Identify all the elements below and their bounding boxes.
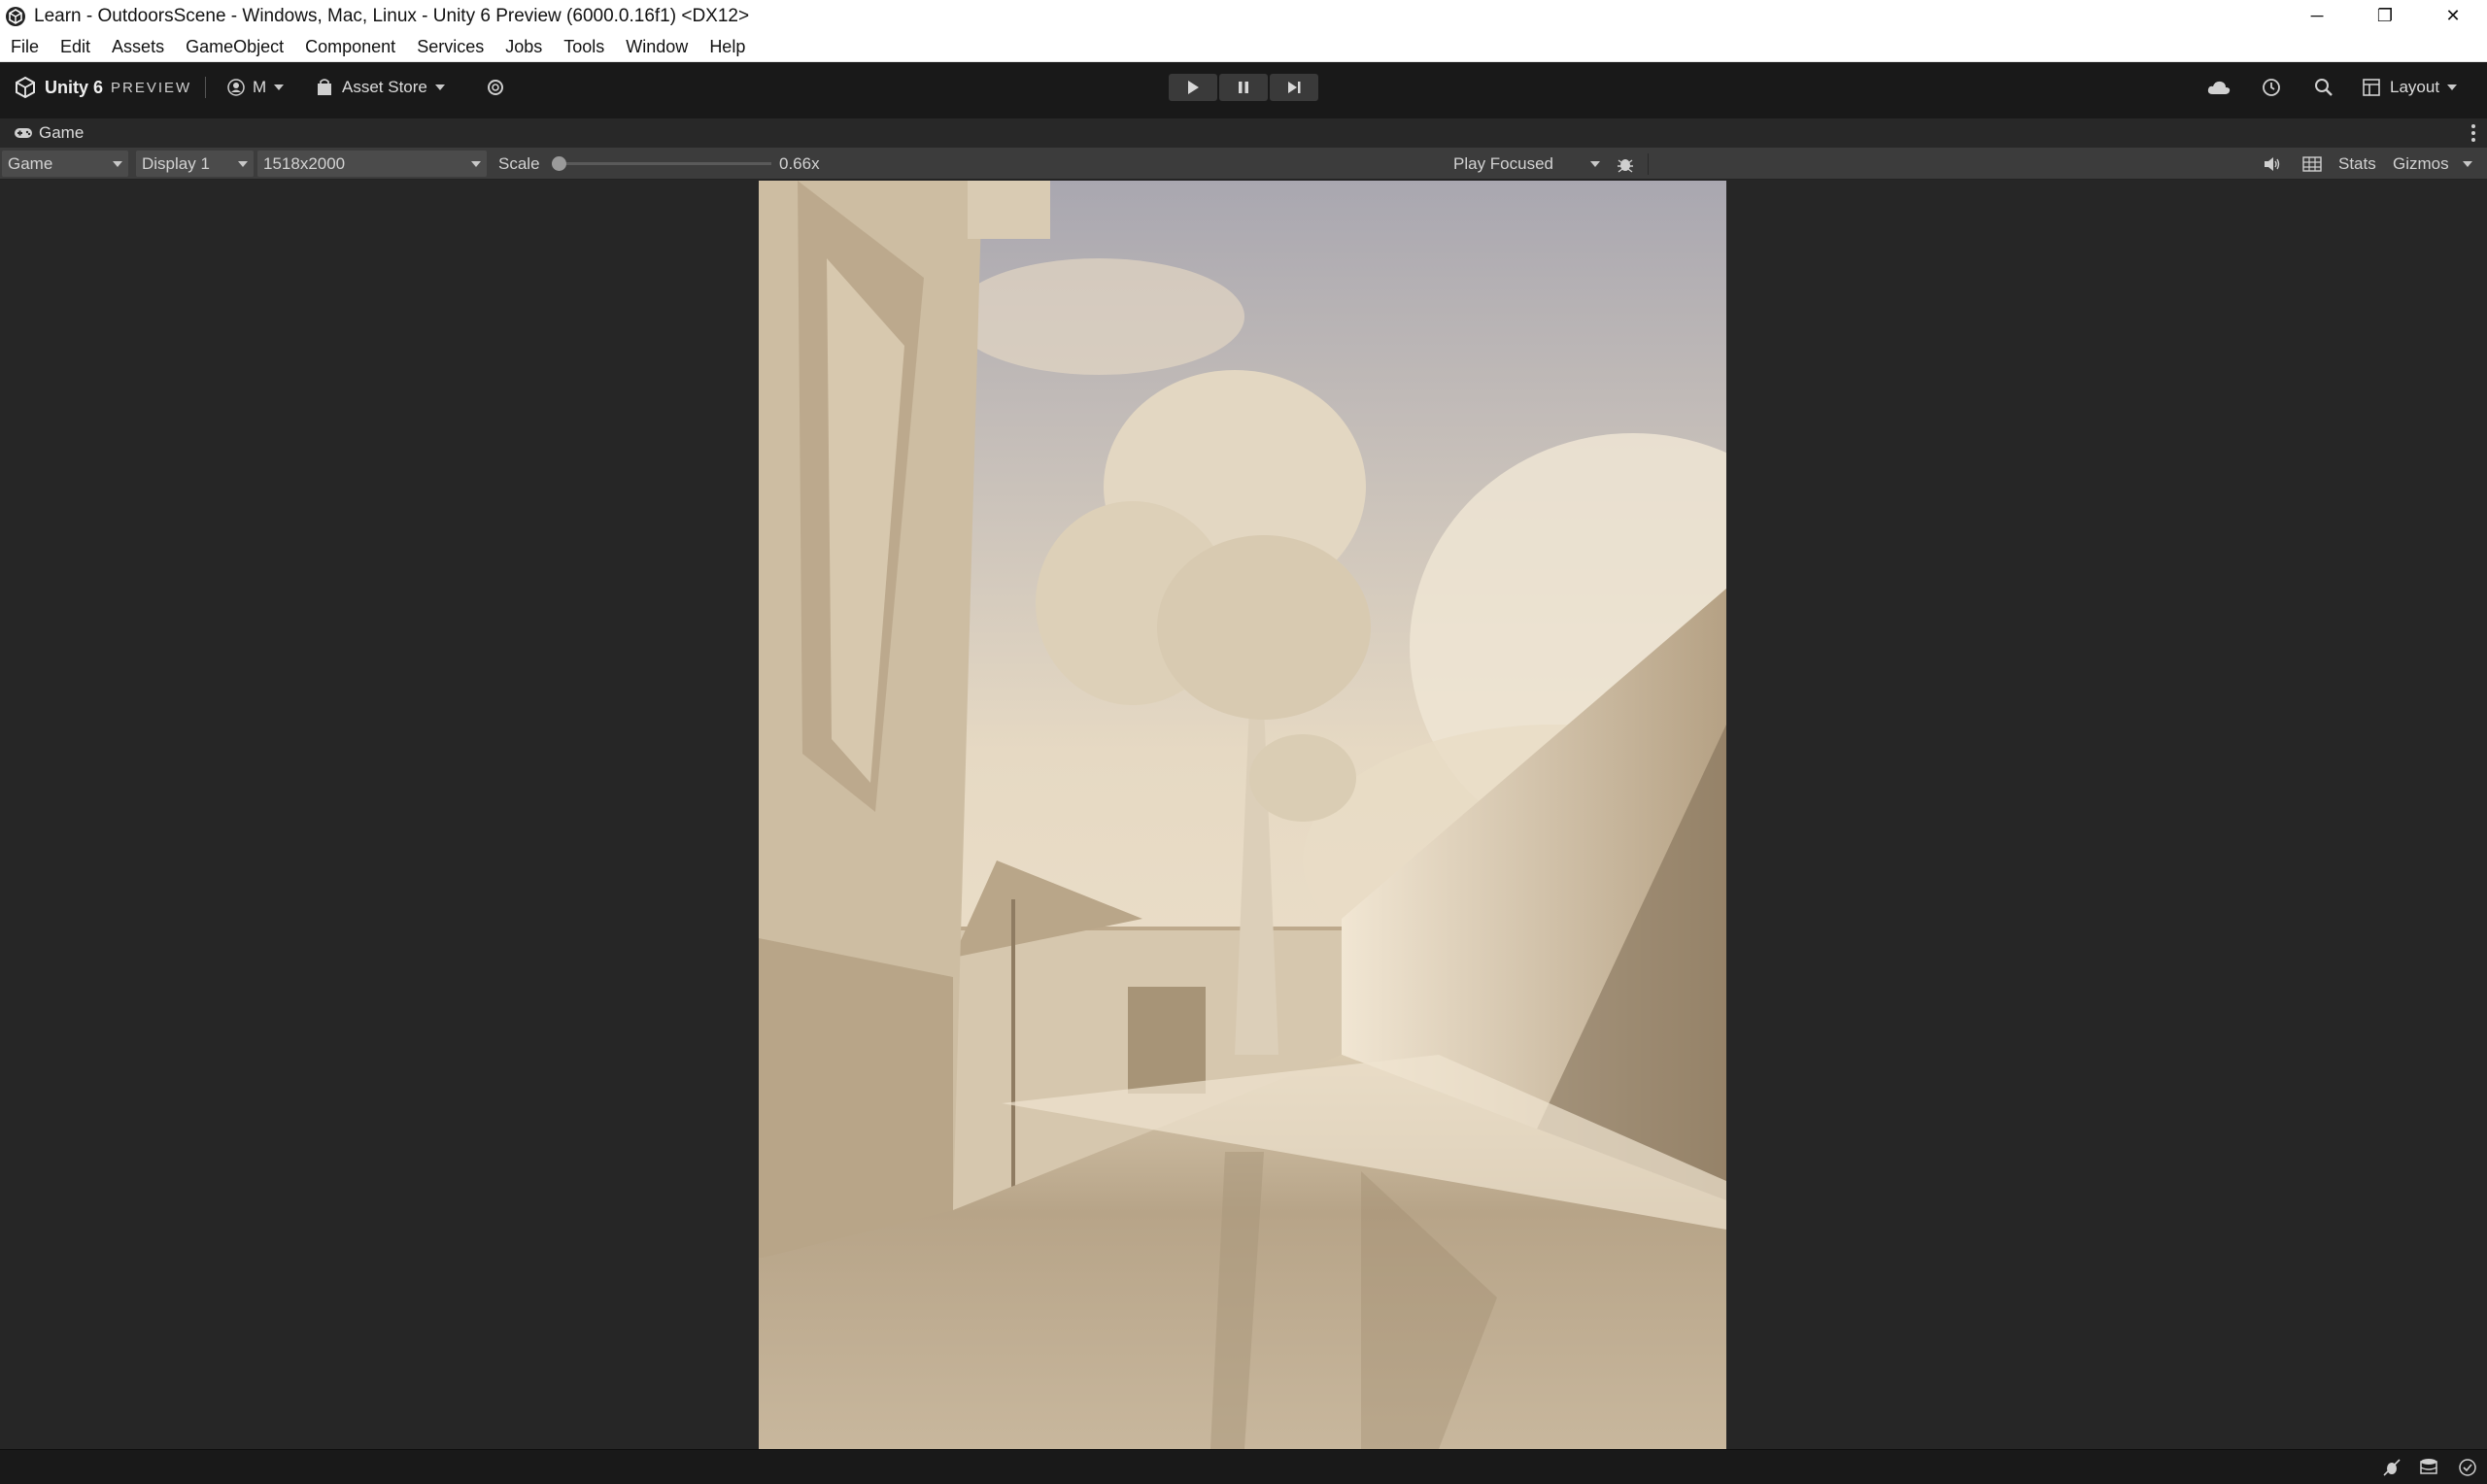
status-bar xyxy=(0,1449,2487,1484)
view-mode-dropdown[interactable]: Game xyxy=(2,151,128,177)
chevron-down-icon xyxy=(471,160,481,167)
menu-services[interactable]: Services xyxy=(417,37,484,57)
bug-icon xyxy=(1618,158,1633,173)
close-button[interactable]: ✕ xyxy=(2419,0,2487,32)
search-button[interactable] xyxy=(2314,62,2334,113)
chevron-down-icon xyxy=(113,160,122,167)
menu-help[interactable]: Help xyxy=(709,37,745,57)
checkmark-circle-icon xyxy=(2459,1459,2476,1476)
history-icon xyxy=(2263,79,2280,96)
scale-label: Scale xyxy=(498,153,540,173)
menu-window[interactable]: Window xyxy=(626,37,688,57)
stats-button[interactable]: Stats xyxy=(2338,151,2376,177)
display-label: Display 1 xyxy=(142,153,210,173)
debug-mode-button[interactable] xyxy=(2382,1458,2402,1482)
tab-game-label: Game xyxy=(39,123,85,142)
history-button[interactable] xyxy=(2261,62,2282,113)
menu-component[interactable]: Component xyxy=(305,37,395,57)
chevron-down-icon xyxy=(238,160,248,167)
menu-assets[interactable]: Assets xyxy=(112,37,164,57)
minimize-button[interactable]: ─ xyxy=(2283,0,2351,32)
chevron-down-icon xyxy=(274,84,285,90)
play-mode-label: Play Focused xyxy=(1453,153,1553,173)
chevron-down-icon xyxy=(2447,84,2458,90)
asset-store-label: Asset Store xyxy=(342,78,427,96)
main-toolbar: Unity 6 PREVIEW M Asset Store Layout xyxy=(0,62,2487,113)
view-mode-label: Game xyxy=(8,153,53,173)
chevron-down-icon xyxy=(1590,160,1600,167)
gamepad-icon xyxy=(15,128,32,138)
toolbar-divider xyxy=(1648,153,1649,175)
playmode-controls xyxy=(1169,74,1318,101)
gizmos-button[interactable]: Gizmos xyxy=(2393,151,2449,177)
cloud-icon xyxy=(2207,81,2231,94)
scale-slider[interactable] xyxy=(552,151,771,177)
game-render-output[interactable] xyxy=(759,181,1726,1449)
mute-audio-button[interactable] xyxy=(2261,151,2284,177)
gear-icon xyxy=(488,80,503,95)
menu-jobs[interactable]: Jobs xyxy=(505,37,542,57)
unity-brand[interactable]: Unity 6 PREVIEW xyxy=(14,62,191,113)
resolution-label: 1518x2000 xyxy=(263,153,346,173)
grid-icon xyxy=(2302,155,2322,172)
progress-status-button[interactable] xyxy=(2458,1458,2477,1482)
menu-tools[interactable]: Tools xyxy=(563,37,604,57)
layout-dropdown[interactable]: Layout xyxy=(2363,62,2458,113)
chevron-down-icon xyxy=(2463,160,2472,167)
bug-icon xyxy=(2383,1459,2401,1476)
scale-slider-thumb[interactable] xyxy=(552,156,566,171)
gizmos-dropdown[interactable] xyxy=(2463,151,2482,177)
pause-button[interactable] xyxy=(1219,74,1268,101)
title-bar: Learn - OutdoorsScene - Windows, Mac, Li… xyxy=(0,0,2487,32)
frame-debugger-button[interactable] xyxy=(1614,151,1637,177)
shopping-bag-icon xyxy=(318,79,331,95)
step-forward-icon xyxy=(1288,82,1301,93)
outdoor-scene-image xyxy=(759,181,1726,1449)
layout-label: Layout xyxy=(2390,78,2440,96)
account-label: M xyxy=(253,78,267,96)
restore-button[interactable]: ❐ xyxy=(2351,0,2419,32)
toolbar-divider xyxy=(205,62,207,113)
play-icon xyxy=(1188,81,1199,94)
menu-bar: File Edit Assets GameObject Component Se… xyxy=(0,32,2487,62)
window-title: Learn - OutdoorsScene - Windows, Mac, Li… xyxy=(34,5,750,26)
unity-logo-icon xyxy=(6,6,25,26)
display-dropdown[interactable]: Display 1 xyxy=(136,151,254,177)
preview-badge: PREVIEW xyxy=(111,79,192,96)
chevron-down-icon xyxy=(434,84,445,90)
brand-label: Unity 6 xyxy=(45,77,104,97)
cache-server-button[interactable] xyxy=(2419,1458,2440,1482)
resolution-dropdown[interactable]: 1518x2000 xyxy=(257,151,487,177)
database-icon xyxy=(2420,1459,2437,1474)
layout-icon xyxy=(2363,79,2380,96)
step-button[interactable] xyxy=(1270,74,1318,101)
play-button[interactable] xyxy=(1169,74,1217,101)
more-options-icon[interactable] xyxy=(2471,124,2475,142)
search-icon xyxy=(2315,79,2333,96)
asset-store-dropdown[interactable]: Asset Store xyxy=(317,62,445,113)
menu-edit[interactable]: Edit xyxy=(60,37,90,57)
unity-logo-icon xyxy=(16,76,35,99)
tab-game[interactable]: Game xyxy=(14,123,84,143)
pause-icon xyxy=(1239,82,1248,93)
account-dropdown[interactable]: M xyxy=(227,62,285,113)
game-view-toolbar: Game Display 1 1518x2000 Scale 0.66x Pla… xyxy=(0,148,2487,180)
play-mode-dropdown[interactable]: Play Focused xyxy=(1448,151,1606,177)
menu-file[interactable]: File xyxy=(11,37,39,57)
speaker-icon xyxy=(2265,156,2280,171)
package-settings-button[interactable] xyxy=(486,62,505,113)
cloud-button[interactable] xyxy=(2207,62,2231,113)
account-icon xyxy=(227,79,245,96)
scale-value: 0.66x xyxy=(779,153,820,173)
game-tab-bar: Game xyxy=(0,118,2487,148)
menu-gameobject[interactable]: GameObject xyxy=(186,37,284,57)
keyboard-shortcuts-button[interactable] xyxy=(2300,151,2325,177)
